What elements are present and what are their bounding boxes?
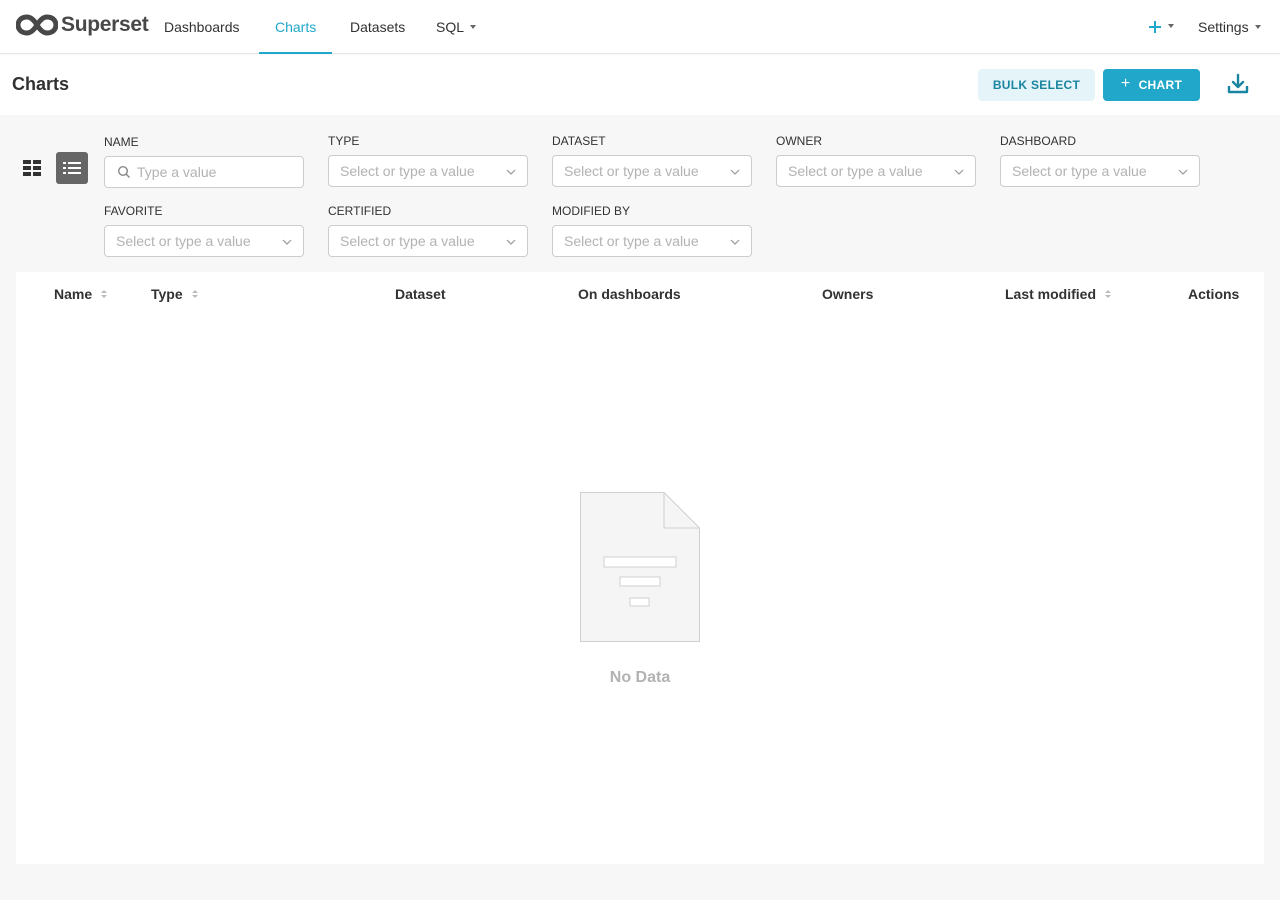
- plus-icon: +: [1120, 75, 1131, 92]
- new-menu[interactable]: [1148, 14, 1174, 40]
- filter-dashboard-select[interactable]: Select or type a value: [1000, 155, 1200, 187]
- chevron-down-icon: [470, 25, 477, 30]
- filter-dataset-select[interactable]: Select or type a value: [552, 155, 752, 187]
- filter-name: NAME: [104, 134, 304, 188]
- filter-modified-by-select[interactable]: Select or type a value: [552, 225, 752, 257]
- filter-modified-by: MODIFIED BY Select or type a value: [552, 203, 752, 257]
- nav-sql[interactable]: SQL: [436, 0, 477, 54]
- filter-favorite-select[interactable]: Select or type a value: [104, 225, 304, 257]
- sort-icon: [191, 290, 198, 298]
- filter-type-label: TYPE: [328, 134, 360, 148]
- superset-logo[interactable]: Superset: [16, 12, 149, 38]
- filter-dashboard: DASHBOARD Select or type a value: [1000, 133, 1200, 187]
- column-header-label: Name: [54, 286, 93, 302]
- filter-type-select[interactable]: Select or type a value: [328, 155, 528, 187]
- chevron-down-icon: [954, 169, 964, 175]
- add-chart-button[interactable]: + CHART: [1103, 69, 1200, 101]
- search-icon: [117, 165, 130, 178]
- column-header-dataset: Dataset: [395, 286, 446, 302]
- column-header-last-modified[interactable]: Last modified: [1005, 286, 1112, 302]
- filter-owner-placeholder: Select or type a value: [788, 163, 923, 179]
- sort-icon: [1105, 290, 1112, 298]
- chevron-down-icon: [730, 239, 740, 245]
- filter-name-input[interactable]: [104, 156, 304, 188]
- chevron-down-icon: [730, 169, 740, 175]
- filter-certified-select[interactable]: Select or type a value: [328, 225, 528, 257]
- settings-label: Settings: [1198, 19, 1249, 35]
- filter-certified-placeholder: Select or type a value: [340, 233, 475, 249]
- add-chart-label: CHART: [1138, 78, 1183, 92]
- filter-dataset: DATASET Select or type a value: [552, 133, 752, 187]
- bulk-select-button[interactable]: BULK SELECT: [978, 69, 1095, 101]
- column-header-on-dashboards: On dashboards: [578, 286, 681, 302]
- column-header-owners: Owners: [822, 286, 874, 302]
- chevron-down-icon: [282, 239, 292, 245]
- list-icon: [63, 162, 81, 174]
- chevron-down-icon: [1178, 169, 1188, 175]
- column-header-actions: Actions: [1188, 286, 1240, 302]
- app-name: Superset: [61, 13, 149, 36]
- nav-sql-label: SQL: [436, 19, 465, 35]
- filter-owner: OWNER Select or type a value: [776, 133, 976, 187]
- chevron-down-icon: [506, 169, 516, 175]
- column-header-label: Type: [151, 286, 183, 302]
- settings-menu[interactable]: Settings: [1198, 0, 1261, 54]
- filter-name-label: NAME: [104, 135, 139, 149]
- filter-type: TYPE Select or type a value: [328, 133, 528, 187]
- filter-dashboard-label: DASHBOARD: [1000, 134, 1077, 148]
- column-header-label: Last modified: [1005, 286, 1097, 302]
- empty-state-text: No Data: [609, 669, 671, 686]
- filter-modified-by-label: MODIFIED BY: [552, 204, 631, 218]
- list-view-toggle[interactable]: [56, 152, 88, 184]
- filter-modified-by-placeholder: Select or type a value: [564, 233, 699, 249]
- filter-dataset-label: DATASET: [552, 134, 606, 148]
- filter-owner-select[interactable]: Select or type a value: [776, 155, 976, 187]
- chevron-down-icon: [1254, 25, 1261, 30]
- sort-icon: [101, 290, 108, 298]
- charts-table: Name Type Dataset On dashboards Owners L…: [16, 272, 1264, 864]
- plus-icon: [1149, 21, 1161, 33]
- chevron-down-icon: [1168, 24, 1174, 28]
- page-title: Charts: [12, 74, 70, 94]
- card-view-toggle[interactable]: [16, 152, 48, 184]
- filter-dataset-placeholder: Select or type a value: [564, 163, 699, 179]
- column-header-name[interactable]: Name: [54, 286, 108, 302]
- top-navbar: Superset Dashboards Charts Datasets SQL …: [0, 0, 1280, 54]
- download-icon[interactable]: [1226, 72, 1250, 96]
- column-header-type[interactable]: Type: [151, 286, 198, 302]
- filter-favorite: FAVORITE Select or type a value: [104, 203, 304, 257]
- filter-dashboard-placeholder: Select or type a value: [1012, 163, 1147, 179]
- grid-icon: [23, 160, 41, 176]
- page-header: Charts BULK SELECT + CHART: [0, 55, 1280, 115]
- empty-document-icon: [580, 492, 700, 642]
- filter-favorite-label: FAVORITE: [104, 204, 163, 218]
- filter-owner-label: OWNER: [776, 134, 822, 148]
- nav-datasets[interactable]: Datasets: [350, 0, 405, 54]
- filter-certified: CERTIFIED Select or type a value: [328, 203, 528, 257]
- nav-charts[interactable]: Charts: [259, 0, 333, 54]
- chevron-down-icon: [506, 239, 516, 245]
- filter-certified-label: CERTIFIED: [328, 204, 392, 218]
- superset-logo-icon: [16, 14, 58, 36]
- filter-type-placeholder: Select or type a value: [340, 163, 475, 179]
- filter-favorite-placeholder: Select or type a value: [116, 233, 251, 249]
- nav-dashboards[interactable]: Dashboards: [164, 0, 240, 54]
